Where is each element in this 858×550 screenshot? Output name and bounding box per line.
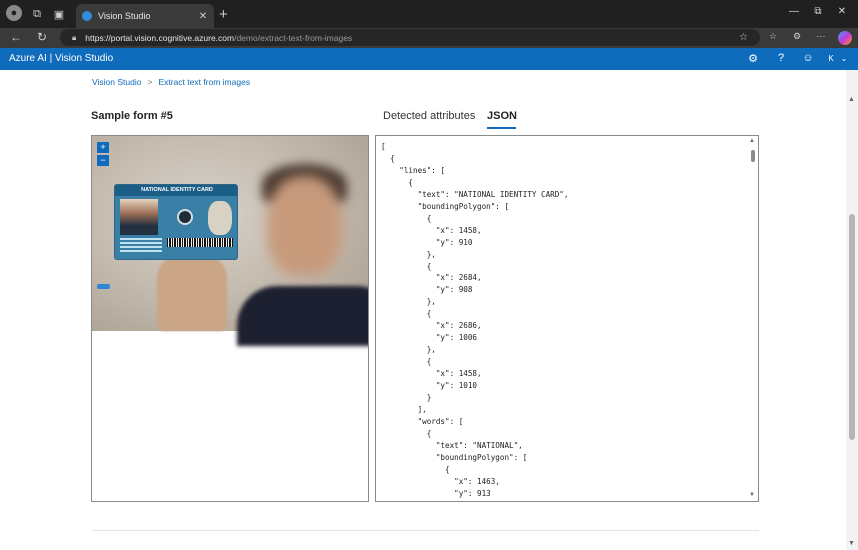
profile-icon[interactable]: ● xyxy=(6,5,22,21)
breadcrumb-vision-studio[interactable]: Vision Studio xyxy=(92,77,141,87)
json-output-panel[interactable]: [ { "lines": [ { "text": "NATIONAL IDENT… xyxy=(375,135,759,502)
app-header: Azure AI | Vision Studio ⚙ ? ☺ K ⌄ xyxy=(0,48,858,70)
copilot-icon[interactable] xyxy=(838,31,852,45)
close-tab-icon[interactable]: ✕ xyxy=(196,11,210,22)
favorite-star-icon[interactable]: ☆ xyxy=(739,32,748,43)
extensions-icon[interactable]: ⚙ xyxy=(790,31,804,45)
id-card-portrait xyxy=(120,199,158,235)
fingerprint-icon xyxy=(208,201,232,235)
json-scrollbar[interactable]: ▲ ▼ xyxy=(748,136,758,501)
sample-image-panel[interactable]: NATIONAL IDENTITY CARD + − xyxy=(91,135,369,502)
page-scroll-thumb[interactable] xyxy=(849,214,855,440)
breadcrumb-current[interactable]: Extract text from images xyxy=(158,77,250,87)
barcode-icon xyxy=(167,238,233,247)
scroll-down-arrow-icon[interactable]: ▼ xyxy=(749,492,755,498)
browser-tab-vision-studio[interactable]: Vision Studio ✕ xyxy=(76,4,214,28)
id-card-header: NATIONAL IDENTITY CARD xyxy=(115,185,237,196)
more-options-icon[interactable]: ⋯ xyxy=(814,31,828,45)
id-card-chip xyxy=(177,209,193,225)
page-scroll-up-icon[interactable]: ▲ xyxy=(848,96,855,103)
section-divider xyxy=(92,530,759,531)
page-scrollbar[interactable]: ▲ ▼ xyxy=(846,70,858,550)
url-host: https://portal.vision.cognitive.azure.co… xyxy=(85,32,235,43)
breadcrumb: Vision Studio > Extract text from images xyxy=(92,77,250,87)
person-suit xyxy=(237,286,368,346)
tab-actions-icon[interactable]: ▣ xyxy=(52,7,66,21)
address-bar[interactable]: 🔒︎ https://portal.vision.cognitive.azure… xyxy=(60,29,760,46)
smiley-icon[interactable]: ☺ xyxy=(800,52,816,64)
pan-handle[interactable] xyxy=(97,284,110,289)
close-window-button[interactable]: ✕ xyxy=(832,6,852,17)
id-card-text-lines xyxy=(120,238,162,254)
url-path: /demo/extract-text-from-images xyxy=(234,32,353,43)
app-brand[interactable]: Azure AI | Vision Studio xyxy=(9,53,113,64)
workspaces-icon[interactable]: ⧉ xyxy=(30,7,44,21)
sample-title: Sample form #5 xyxy=(91,110,173,122)
zoom-out-button[interactable]: − xyxy=(97,155,109,166)
new-tab-button[interactable]: + xyxy=(219,6,228,23)
page-content: Vision Studio > Extract text from images S… xyxy=(0,70,846,550)
gear-icon[interactable]: ⚙ xyxy=(745,52,761,65)
lock-icon: 🔒︎ xyxy=(72,32,77,42)
address-bar-row: ← ↻ 🔒︎ https://portal.vision.cognitive.a… xyxy=(0,28,858,48)
tab-detected-attributes[interactable]: Detected attributes xyxy=(383,110,475,122)
help-icon[interactable]: ? xyxy=(773,52,789,64)
tab-json[interactable]: JSON xyxy=(487,110,517,122)
refresh-icon[interactable]: ↻ xyxy=(34,30,50,44)
scroll-up-arrow-icon[interactable]: ▲ xyxy=(749,138,755,144)
page-scroll-down-icon[interactable]: ▼ xyxy=(848,540,855,547)
back-arrow-icon[interactable]: ← xyxy=(8,30,24,44)
breadcrumb-separator: > xyxy=(147,77,153,87)
minimize-button[interactable]: — xyxy=(784,6,804,17)
chevron-down-icon[interactable]: ⌄ xyxy=(836,54,852,63)
browser-tab-strip: ● ⧉ ▣ Vision Studio ✕ + — ⧉ ✕ xyxy=(0,0,858,28)
active-tab-indicator xyxy=(487,127,516,129)
favorites-icon[interactable]: ☆ xyxy=(766,31,780,45)
json-scroll-thumb[interactable] xyxy=(751,150,755,162)
zoom-in-button[interactable]: + xyxy=(97,142,109,153)
browser-tab-title: Vision Studio xyxy=(98,11,151,21)
person-head xyxy=(267,176,342,276)
json-output-text: [ { "lines": [ { "text": "NATIONAL IDENT… xyxy=(381,142,569,501)
id-card-image: NATIONAL IDENTITY CARD xyxy=(114,184,238,260)
person-hand xyxy=(157,256,227,331)
restore-button[interactable]: ⧉ xyxy=(808,6,828,17)
vision-studio-favicon-icon xyxy=(82,11,92,21)
sample-photo: NATIONAL IDENTITY CARD + − xyxy=(92,136,368,346)
